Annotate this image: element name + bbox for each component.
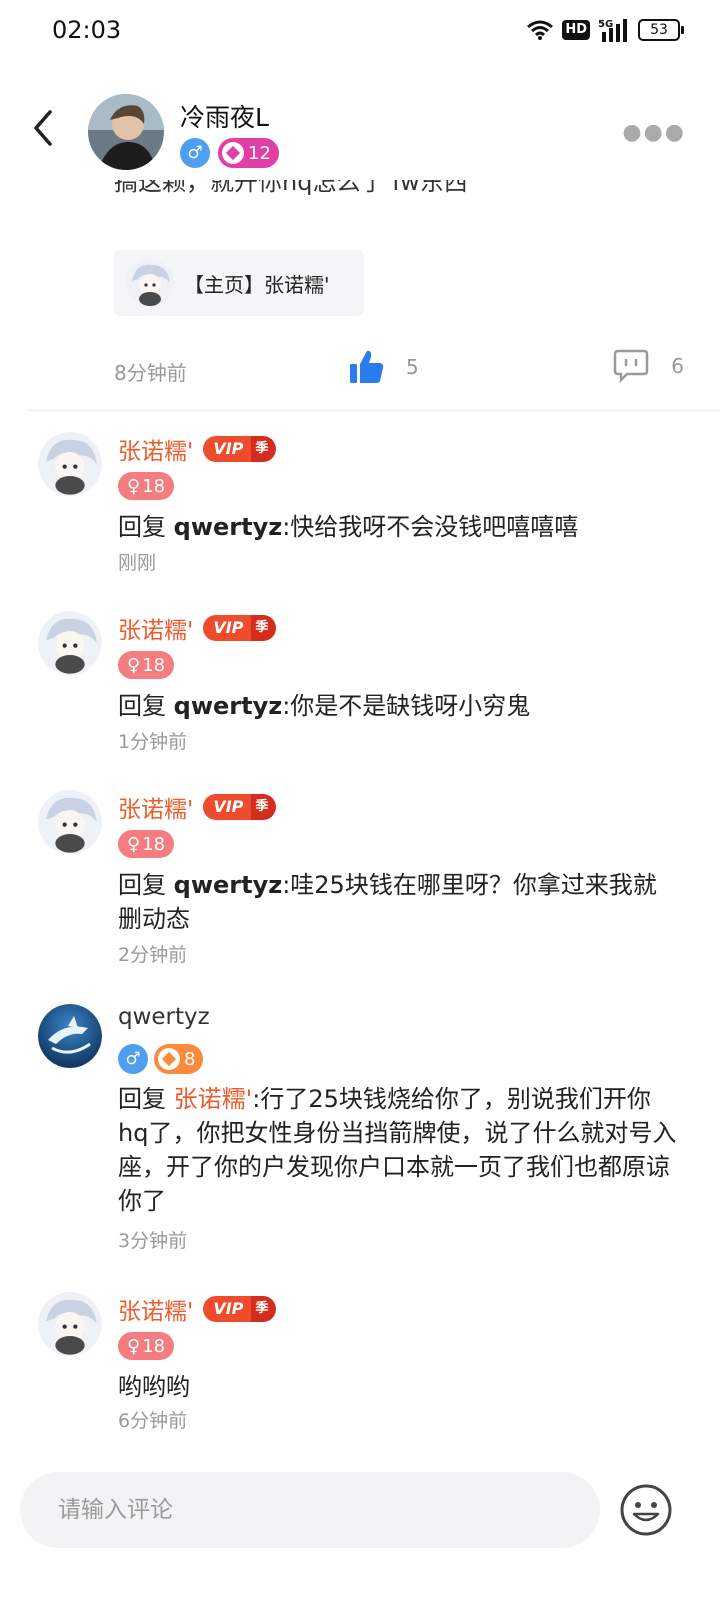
status-bar: 02:03 HD 5G 53 — [0, 0, 720, 64]
vip-badge: VIP 季 — [203, 615, 277, 641]
comment-username[interactable]: 张诺糯' — [118, 432, 193, 466]
comment-badges: ♀ 18 — [118, 830, 175, 858]
vip-badge: VIP 季 — [203, 794, 277, 820]
comment-input-bar — [20, 1472, 600, 1548]
comment-time: 1分钟前 — [118, 731, 188, 753]
like-button[interactable]: 5 — [350, 349, 419, 385]
avatar[interactable] — [38, 1292, 102, 1356]
female-icon: ♀ — [127, 833, 141, 855]
header-avatar[interactable] — [88, 94, 164, 170]
avatar[interactable] — [38, 790, 102, 854]
post-text: 搞这颗，就开你hq怎么了 fw东西 — [114, 180, 468, 206]
comment-text: 回复 qwertyz:你是不是缺钱呀小穷鬼 — [118, 692, 531, 720]
comment-input[interactable] — [20, 1472, 600, 1548]
comment-name-row: 张诺糯' VIP 季 — [118, 432, 277, 466]
divider — [28, 410, 720, 411]
level-icon — [222, 142, 244, 164]
link-card-label: 【主页】张诺糯' — [184, 272, 330, 297]
male-icon: ♂ — [118, 1044, 148, 1074]
comment-name-row: qwertyz — [118, 1004, 210, 1030]
level-icon — [158, 1048, 180, 1070]
female-age-badge: ♀ 18 — [118, 651, 175, 679]
profile-link-card[interactable]: 【主页】张诺糯' — [114, 250, 364, 316]
header-username[interactable]: 冷雨夜L — [180, 98, 269, 134]
female-age-badge: ♀ 18 — [118, 472, 175, 500]
post-time: 8分钟前 — [114, 361, 187, 385]
avatar — [126, 259, 174, 307]
profile-header: 冷雨夜L ♂ 12 ●●● — [0, 80, 720, 180]
like-icon — [350, 350, 384, 383]
comment-time: 刚刚 — [118, 552, 157, 574]
reply-target[interactable]: qwertyz — [174, 513, 283, 541]
more-icon[interactable]: ●●● — [622, 120, 686, 145]
back-icon[interactable] — [26, 106, 62, 150]
battery-indicator: 53 — [638, 19, 684, 41]
comment-time: 6分钟前 — [118, 1410, 188, 1432]
status-time: 02:03 — [52, 16, 122, 44]
wifi-icon — [527, 20, 554, 40]
comment-text: 回复 qwertyz:快给我呀不会没钱吧嘻嘻嘻 — [118, 513, 579, 541]
comment-time: 2分钟前 — [118, 944, 188, 966]
comment-badges: ♂ 8 — [118, 1044, 204, 1074]
comment-icon — [614, 349, 649, 383]
comment-time: 3分钟前 — [118, 1230, 188, 1252]
comment-username[interactable]: 张诺糯' — [118, 790, 193, 824]
post-footer: 8分钟前 5 6 — [114, 345, 684, 395]
emoji-icon[interactable] — [618, 1482, 674, 1538]
like-count: 5 — [406, 355, 419, 379]
avatar[interactable] — [38, 611, 102, 675]
reply-target[interactable]: qwertyz — [174, 692, 283, 720]
comment-username[interactable]: 张诺糯' — [118, 611, 193, 645]
vip-badge: VIP 季 — [203, 436, 277, 462]
comment-badges: ♀ 18 — [118, 472, 175, 500]
comment-name-row: 张诺糯' VIP 季 — [118, 611, 277, 645]
comment-text: 哟哟哟 — [118, 1373, 190, 1401]
avatar[interactable] — [38, 432, 102, 496]
comment-badges: ♀ 18 — [118, 651, 175, 679]
hd-badge: HD — [562, 20, 590, 40]
comment-button[interactable]: 6 — [613, 349, 684, 383]
header-badges: ♂ 12 — [180, 138, 279, 168]
female-age-badge: ♀ 18 — [118, 830, 175, 858]
comment-username[interactable]: qwertyz — [118, 1004, 210, 1030]
level-badge: 12 — [218, 138, 279, 168]
female-icon: ♀ — [127, 475, 141, 497]
female-icon: ♀ — [127, 654, 141, 676]
level-value: 12 — [248, 142, 271, 164]
reply-target[interactable]: qwertyz — [174, 871, 283, 899]
vip-badge: VIP 季 — [203, 1296, 277, 1322]
comment-name-row: 张诺糯' VIP 季 — [118, 790, 277, 824]
female-age-badge: ♀ 18 — [118, 1332, 175, 1360]
status-icons: HD 5G 53 — [526, 18, 684, 42]
male-icon: ♂ — [180, 138, 210, 168]
post-text-line: 搞这颗，就开你hq怎么了 fw东西 — [114, 180, 468, 196]
female-icon: ♀ — [127, 1335, 141, 1357]
comment-text: 回复 张诺糯':行了25块钱烧给你了，别说我们开你hq了，你把女性身份当挡箭牌使… — [118, 1085, 677, 1215]
level-badge: 8 — [154, 1044, 204, 1074]
reply-target[interactable]: 张诺糯' — [174, 1085, 253, 1113]
comment-username[interactable]: 张诺糯' — [118, 1292, 193, 1326]
comment-name-row: 张诺糯' VIP 季 — [118, 1292, 277, 1326]
comment-count: 6 — [671, 354, 684, 378]
comment-text: 回复 qwertyz:哇25块钱在哪里呀？你拿过来我就删动态 — [118, 871, 657, 933]
comment-badges: ♀ 18 — [118, 1332, 175, 1360]
avatar[interactable] — [38, 1004, 102, 1068]
signal-icon: 5G — [598, 19, 627, 42]
